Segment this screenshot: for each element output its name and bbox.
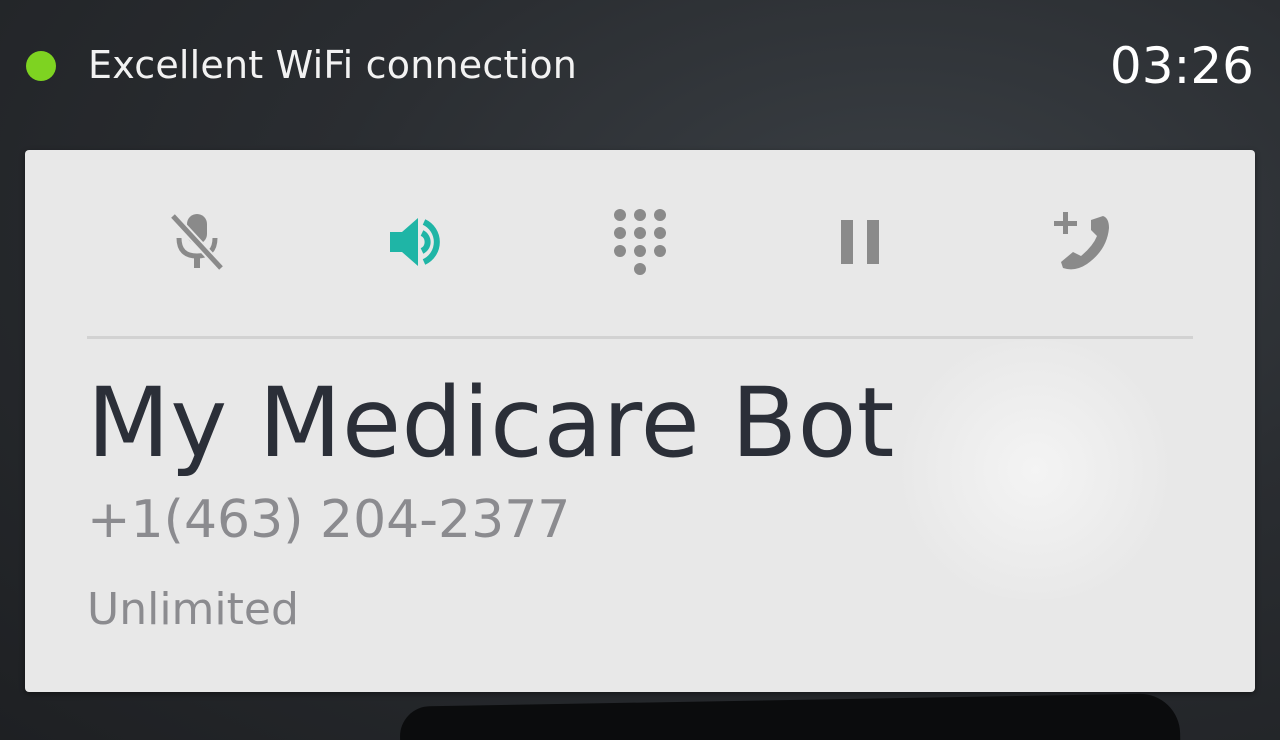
add-call-icon — [1054, 212, 1109, 270]
call-controls — [25, 190, 1255, 310]
hold-button[interactable] — [821, 202, 901, 282]
contact-label: Unlimited — [87, 584, 299, 635]
pause-icon — [841, 220, 879, 264]
speaker-button[interactable] — [378, 202, 458, 282]
status-bar: Excellent WiFi connection 03:26 — [0, 0, 1280, 130]
mic-off-icon — [169, 212, 225, 272]
wifi-status-indicator — [26, 51, 56, 81]
dialpad-icon — [614, 209, 666, 275]
divider — [87, 336, 1193, 339]
call-card: My Medicare Bot +1(463) 204-2377 Unlimit… — [25, 150, 1255, 692]
card-glow — [885, 340, 1185, 600]
contact-name: My Medicare Bot — [87, 367, 895, 479]
contact-number: +1(463) 204-2377 — [87, 490, 571, 550]
mute-button[interactable] — [157, 202, 237, 282]
speaker-icon — [390, 218, 440, 266]
add-call-button[interactable] — [1043, 202, 1123, 282]
call-timer: 03:26 — [1109, 37, 1254, 95]
connection-status-text: Excellent WiFi connection — [88, 43, 578, 87]
dialpad-button[interactable] — [600, 202, 680, 282]
redaction-mark — [399, 693, 1181, 740]
